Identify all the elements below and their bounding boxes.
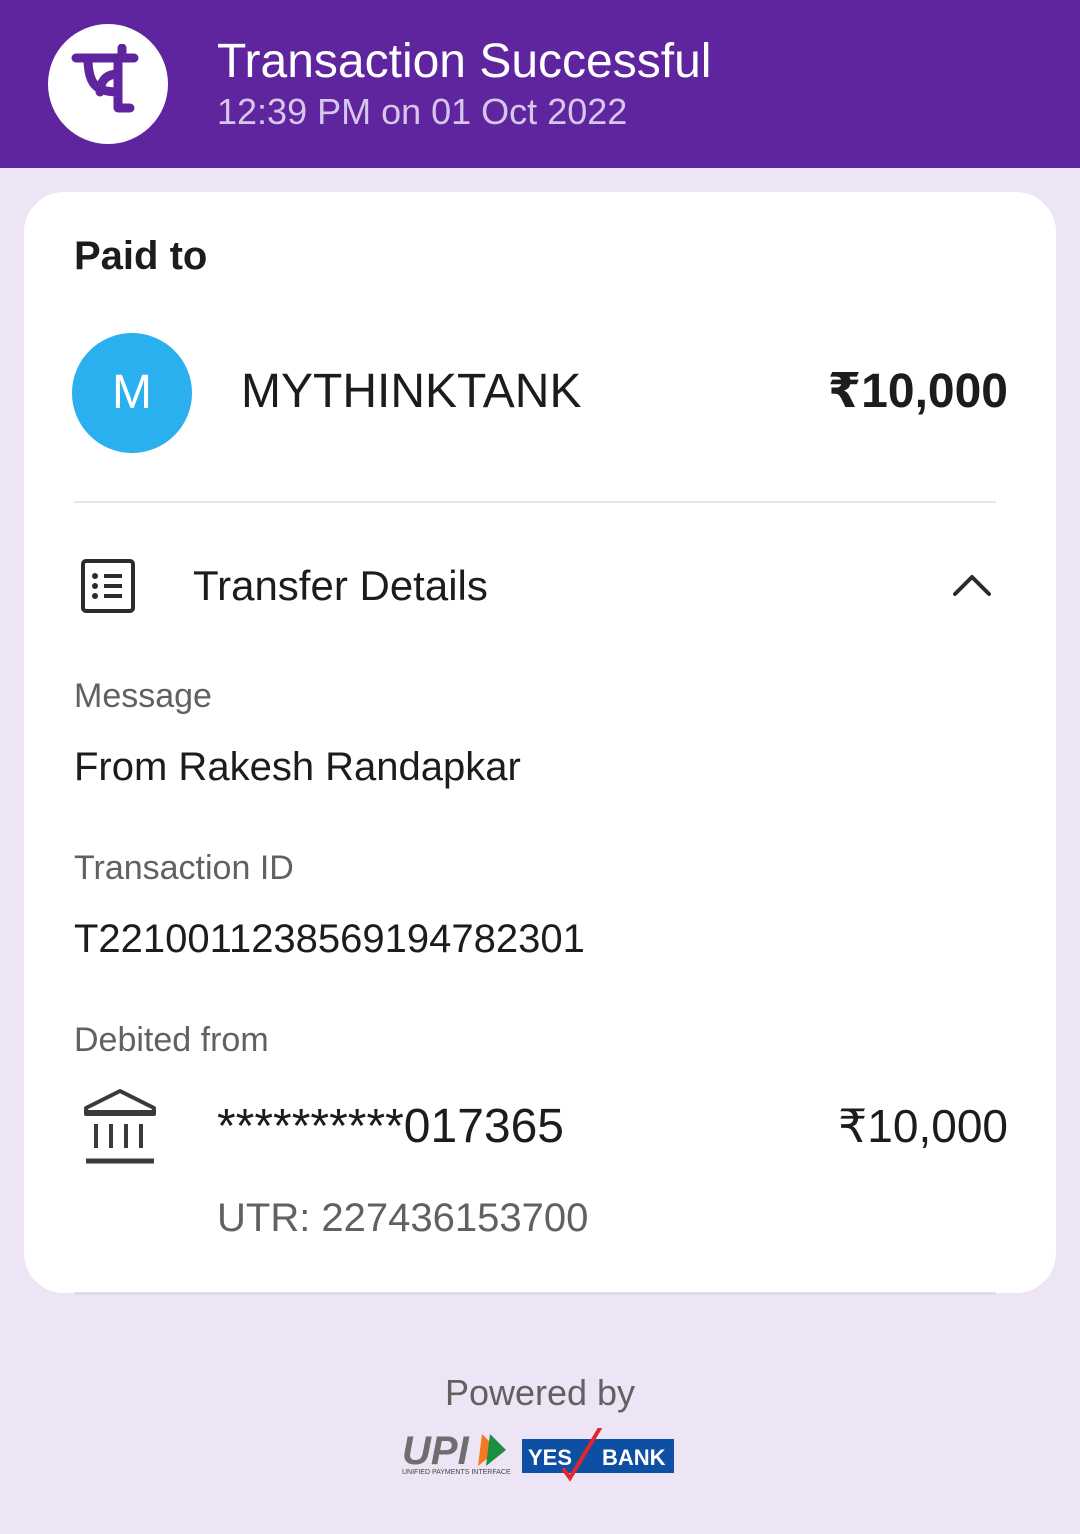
divider — [74, 501, 996, 503]
svg-text:UNIFIED PAYMENTS INTERFACE: UNIFIED PAYMENTS INTERFACE — [402, 1469, 511, 1476]
debited-account-number: **********017365 — [217, 1100, 564, 1153]
svg-text:UPI: UPI — [402, 1429, 470, 1473]
message-label: Message — [74, 677, 212, 715]
payment-partner-logos: UPI UNIFIED PAYMENTS INTERFACE YES BANK — [398, 1426, 678, 1493]
transaction-timestamp: 12:39 PM on 01 Oct 2022 — [217, 91, 628, 132]
upi-logo-icon: UPI UNIFIED PAYMENTS INTERFACE YES BANK — [402, 1426, 674, 1482]
chevron-up-icon[interactable] — [952, 572, 992, 603]
svg-text:YES: YES — [528, 1445, 572, 1470]
header-title: Transaction Successful — [217, 35, 712, 88]
message-value: From Rakesh Randapkar — [74, 745, 521, 789]
payee-name: MYTHINKTANK — [241, 365, 582, 418]
utr-number[interactable]: UTR: 227436153700 — [217, 1196, 588, 1241]
debited-amount: ₹10,000 — [838, 1100, 1008, 1152]
bank-building-icon — [82, 1088, 158, 1171]
transaction-status-header: Transaction Successful 12:39 PM on 01 Oc… — [0, 0, 1080, 168]
svg-text:BANK: BANK — [602, 1445, 666, 1470]
transaction-id-label: Transaction ID — [74, 849, 294, 887]
phonepe-logo-icon — [48, 24, 168, 144]
paid-to-label: Paid to — [74, 234, 208, 278]
card-bottom-divider — [74, 1292, 996, 1295]
paid-amount: ₹10,000 — [827, 365, 1008, 418]
powered-by-label: Powered by — [444, 1372, 636, 1413]
transfer-details-title: Transfer Details — [193, 562, 488, 609]
transaction-card: Paid to M MYTHINKTANK ₹10,000 Transfer D… — [24, 192, 1056, 1293]
payee-avatar: M — [72, 333, 192, 453]
debited-from-label: Debited from — [74, 1021, 269, 1059]
transaction-id-value[interactable]: T2210011238569194782301 — [74, 917, 585, 962]
receipt-list-icon — [80, 558, 136, 619]
